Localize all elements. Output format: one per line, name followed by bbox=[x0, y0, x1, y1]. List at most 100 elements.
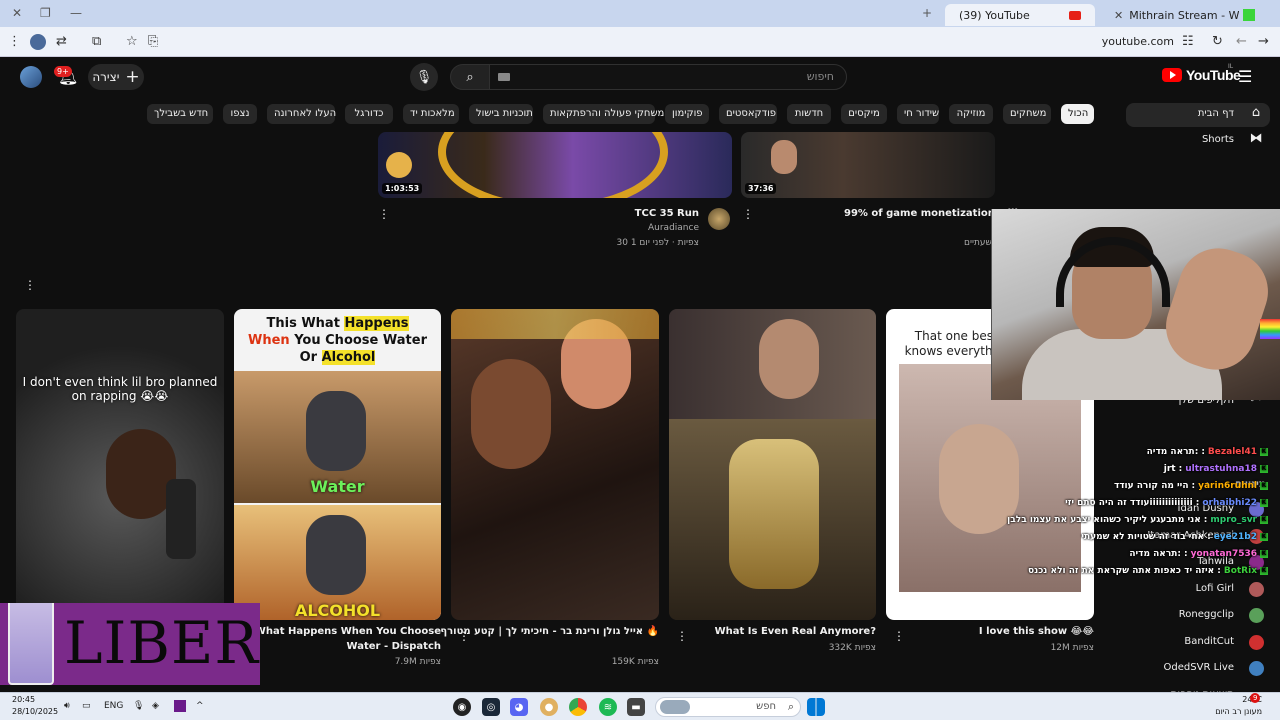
chat-badge-icon: K bbox=[1260, 465, 1268, 473]
chip-bar: הכול משחקים מוזיקה שידור חי מיקסים חדשות פודקא… bbox=[0, 104, 1100, 124]
label-alcohol: ALCOHOL bbox=[294, 601, 381, 620]
chat-username: yarin6ruhnl bbox=[1198, 481, 1257, 491]
tray-expand-icon[interactable]: ^ bbox=[196, 701, 204, 711]
channel-avatar[interactable] bbox=[708, 208, 730, 230]
forward-icon[interactable]: ← bbox=[1236, 34, 1247, 49]
thumbnail-art bbox=[759, 319, 819, 399]
chip-14[interactable]: חדש בשבילך bbox=[147, 104, 213, 124]
chip-10[interactable]: מלאכות יד bbox=[403, 104, 459, 124]
chip-11[interactable]: כדורגל bbox=[345, 104, 393, 124]
chrome-app-icon[interactable] bbox=[569, 698, 587, 716]
chat-text: אני מתבעגע ליקיר כשהוא יצבע את עצמו בלבן bbox=[1007, 515, 1201, 525]
taskbar-app-icon[interactable]: ▬ bbox=[627, 698, 645, 716]
short-title[interactable]: I love this show 😂😂 bbox=[979, 626, 1094, 637]
video-menu-icon[interactable]: ⋮ bbox=[742, 207, 754, 221]
video-thumbnail[interactable]: 1:03:53 bbox=[378, 132, 732, 198]
mic-tray-icon[interactable]: 🎙︎ bbox=[133, 701, 144, 711]
chip-3[interactable]: שידור חי bbox=[897, 104, 939, 124]
discord-app-icon[interactable]: ◕ bbox=[510, 698, 528, 716]
short-title[interactable]: אייל גולן ורינת בר - חיכיתי לך | קטע מטו… bbox=[440, 626, 659, 637]
start-windows-icon[interactable] bbox=[807, 698, 825, 716]
chip-1[interactable]: משחקים bbox=[1003, 104, 1051, 124]
short-menu-icon[interactable]: ⋮ bbox=[676, 629, 688, 643]
taskbar-app-icon[interactable]: ● bbox=[540, 698, 558, 716]
thumbnail-art bbox=[438, 132, 668, 198]
search-input[interactable]: חיפוש bbox=[489, 64, 847, 90]
video-thumbnail[interactable]: 37:36 bbox=[741, 132, 995, 198]
thumbnail-art bbox=[306, 515, 366, 595]
short-thumbnail[interactable] bbox=[669, 309, 876, 620]
video-menu-icon[interactable]: ⋮ bbox=[378, 207, 390, 221]
taskbar-clock[interactable]: 20:45 28/10/2025 bbox=[12, 694, 58, 718]
close-window-icon[interactable]: ✕ bbox=[12, 6, 22, 20]
language-indicator[interactable]: ENG bbox=[104, 701, 123, 711]
chip-2[interactable]: מוזיקה bbox=[949, 104, 993, 124]
voice-search-mic-icon[interactable]: 🎙︎ bbox=[410, 63, 438, 91]
short-thumbnail[interactable]: I don't even think lil bro planned on ra… bbox=[16, 309, 224, 620]
chip-13[interactable]: נצפו bbox=[223, 104, 257, 124]
chip-8[interactable]: משחקי פעולה והרפתקאות bbox=[543, 104, 664, 124]
chat-text: תראה מדיה: bbox=[1129, 549, 1182, 559]
short-thumbnail[interactable]: This What Happens When You Choose Water … bbox=[234, 309, 441, 620]
streamer-webcam-overlay bbox=[991, 209, 1280, 400]
chip-5[interactable]: חדשות bbox=[787, 104, 831, 124]
thumbnail-art bbox=[669, 419, 876, 620]
chip-0[interactable]: הכול bbox=[1061, 104, 1094, 124]
sidebar-item-0[interactable]: דף הבית ⌂ bbox=[1126, 103, 1270, 127]
search-button[interactable]: ⌕ bbox=[450, 64, 490, 90]
restore-window-icon[interactable]: ❐ bbox=[40, 6, 51, 20]
channel-name[interactable]: Auradiance bbox=[648, 223, 699, 233]
onenote-tray-icon[interactable] bbox=[174, 700, 186, 712]
new-tab-icon[interactable]: + bbox=[922, 6, 932, 20]
video-title[interactable]: TCC 35 Run bbox=[635, 208, 699, 219]
bookmark-star-icon[interactable]: ☆ bbox=[126, 34, 138, 49]
speaker-icon[interactable]: 🔊︎ bbox=[64, 701, 70, 711]
shorts-shelf-menu-icon[interactable]: ⋮ bbox=[24, 278, 36, 292]
more-vert-icon[interactable]: ⋮ bbox=[8, 34, 21, 49]
sidebar-item-1[interactable]: Shorts ⧓ bbox=[1126, 129, 1270, 153]
chip-7[interactable]: פוקימון bbox=[665, 104, 709, 124]
close-tab-icon[interactable]: ✕ bbox=[1106, 9, 1123, 22]
taskbar-app-icon[interactable]: ◉ bbox=[453, 698, 471, 716]
tab-youtube[interactable]: (39) YouTube bbox=[945, 4, 1095, 26]
short-menu-icon[interactable]: ⋮ bbox=[893, 629, 905, 643]
reload-icon[interactable]: ↻ bbox=[1212, 34, 1223, 49]
account-avatar[interactable] bbox=[20, 66, 42, 88]
network-icon[interactable]: ▭ bbox=[82, 701, 91, 711]
tab-mithrain-stream[interactable]: ✕ Mithrain Stream - Watch Live o bbox=[1098, 4, 1268, 26]
keyboard-icon[interactable] bbox=[498, 73, 510, 81]
chip-6[interactable]: פודקאסטים bbox=[719, 104, 777, 124]
subscription-item[interactable]: OdedSVR Live bbox=[1126, 657, 1270, 681]
site-settings-icon[interactable]: ☷ bbox=[1182, 34, 1194, 49]
subscription-item[interactable]: BanditCut bbox=[1126, 631, 1270, 655]
youtube-play-icon bbox=[1162, 68, 1182, 82]
shield-tray-icon[interactable]: ◈ bbox=[152, 701, 159, 711]
spotify-app-icon[interactable]: ≋ bbox=[599, 698, 617, 716]
profile-avatar[interactable] bbox=[30, 34, 46, 50]
subscription-item[interactable]: Roneggclip bbox=[1126, 604, 1270, 628]
create-label: יצירה bbox=[92, 70, 120, 84]
chip-12[interactable]: העלו לאחרונה bbox=[267, 104, 336, 124]
taskbar-search-box[interactable]: חפש ⌕ bbox=[655, 697, 801, 717]
back-icon[interactable]: → bbox=[1258, 34, 1269, 49]
minimize-window-icon[interactable]: — bbox=[70, 6, 82, 20]
short-title-line2[interactable]: Water - Dispatch bbox=[347, 641, 441, 652]
masthead: 🔔︎ 9+ יצירה + 🎙︎ ⌕ חיפוש YouTube IL ☰ bbox=[0, 57, 1280, 97]
youtube-logo[interactable]: YouTube IL bbox=[1162, 63, 1241, 83]
short-thumbnail[interactable] bbox=[451, 309, 659, 620]
extensions-icon[interactable]: ⧉ bbox=[92, 34, 101, 49]
short-title[interactable]: What Is Even Real Anymore? bbox=[715, 626, 876, 637]
translate-icon[interactable]: ⇄ bbox=[56, 34, 67, 49]
url-text[interactable]: youtube.com bbox=[1102, 35, 1174, 48]
chip-4[interactable]: מיקסים bbox=[841, 104, 887, 124]
steam-app-icon[interactable]: ◎ bbox=[482, 698, 500, 716]
chip-9[interactable]: תוכניות בישול bbox=[469, 104, 533, 124]
create-button[interactable]: יצירה + bbox=[88, 64, 144, 90]
video-meta: שעתיים bbox=[964, 238, 992, 248]
chat-message: אני מתבעגע ליקיר כשהוא יצבע את עצמו בלבן… bbox=[1007, 515, 1268, 525]
show-more-button[interactable]: תוצאות נוספות⌄ bbox=[1126, 684, 1270, 692]
cast-icon[interactable]: ⎘ bbox=[148, 34, 158, 49]
chat-text: jrt bbox=[1163, 464, 1176, 474]
short-menu-icon[interactable]: ⋮ bbox=[458, 629, 470, 643]
guide-menu-icon[interactable]: ☰ bbox=[1238, 67, 1252, 86]
